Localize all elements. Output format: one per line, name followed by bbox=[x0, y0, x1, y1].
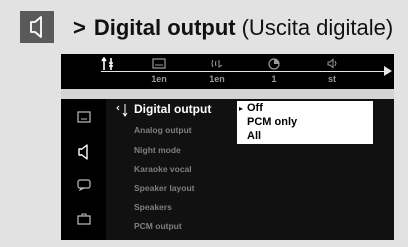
topbar-item-angle[interactable]: 1 bbox=[249, 58, 299, 85]
topbar-item-speaker[interactable]: st bbox=[307, 58, 357, 85]
title-marker: > bbox=[73, 15, 86, 40]
setup-sidebar bbox=[61, 99, 106, 240]
digital-output-options: ▸ Off PCM only All bbox=[237, 101, 373, 144]
speaker-icon bbox=[307, 58, 357, 70]
angle-icon bbox=[249, 58, 299, 70]
top-bar-arrow bbox=[384, 66, 392, 76]
audio-setup-menu: Digital output Analog output Night mode … bbox=[106, 99, 394, 240]
audio-setup-icon[interactable] bbox=[73, 144, 95, 162]
option-all[interactable]: All bbox=[247, 130, 261, 142]
manual-frame: > Digital output (Uscita digitale) 1en 1… bbox=[0, 0, 408, 247]
topbar-item-subtitle[interactable]: 1en bbox=[134, 58, 184, 85]
top-bar: 1en 1en 1 st bbox=[61, 54, 394, 89]
menu-item-night-mode[interactable]: Night mode bbox=[134, 145, 181, 155]
menu-item-pcm-output[interactable]: PCM output bbox=[134, 221, 182, 231]
selection-caret-icon: ▸ bbox=[239, 104, 244, 113]
topbar-item-label: st bbox=[327, 74, 336, 84]
language-setup-icon[interactable] bbox=[73, 178, 95, 196]
preferences-icon[interactable] bbox=[73, 212, 95, 230]
video-setup-icon[interactable] bbox=[73, 110, 95, 128]
topbar-item-label: 1en bbox=[151, 74, 167, 84]
menu-item-analog-output[interactable]: Analog output bbox=[134, 125, 192, 135]
divider-strip bbox=[61, 89, 394, 99]
menu-cursor-icon bbox=[116, 103, 130, 119]
menu-item-speaker-layout[interactable]: Speaker layout bbox=[134, 183, 194, 193]
osd-screen: 1en 1en 1 st Digital output Analog outpu… bbox=[61, 54, 394, 240]
title-subtitle: (Uscita digitale) bbox=[241, 15, 394, 40]
menu-item-karaoke-vocal[interactable]: Karaoke vocal bbox=[134, 164, 192, 174]
title-main: Digital output bbox=[93, 15, 236, 40]
subtitle-icon bbox=[134, 58, 184, 70]
menu-item-speakers[interactable]: Speakers bbox=[134, 202, 172, 212]
option-off[interactable]: Off bbox=[247, 102, 263, 114]
page-title: > Digital output (Uscita digitale) bbox=[73, 15, 393, 41]
topbar-item-label: 1en bbox=[209, 74, 225, 84]
topbar-item-label: 1 bbox=[271, 74, 277, 84]
topbar-item-audio[interactable]: 1en bbox=[192, 58, 242, 85]
menu-item-digital-output[interactable]: Digital output bbox=[134, 102, 211, 116]
option-pcm-only[interactable]: PCM only bbox=[247, 116, 297, 128]
audio-language-icon bbox=[192, 58, 242, 70]
speaker-icon bbox=[20, 11, 54, 43]
